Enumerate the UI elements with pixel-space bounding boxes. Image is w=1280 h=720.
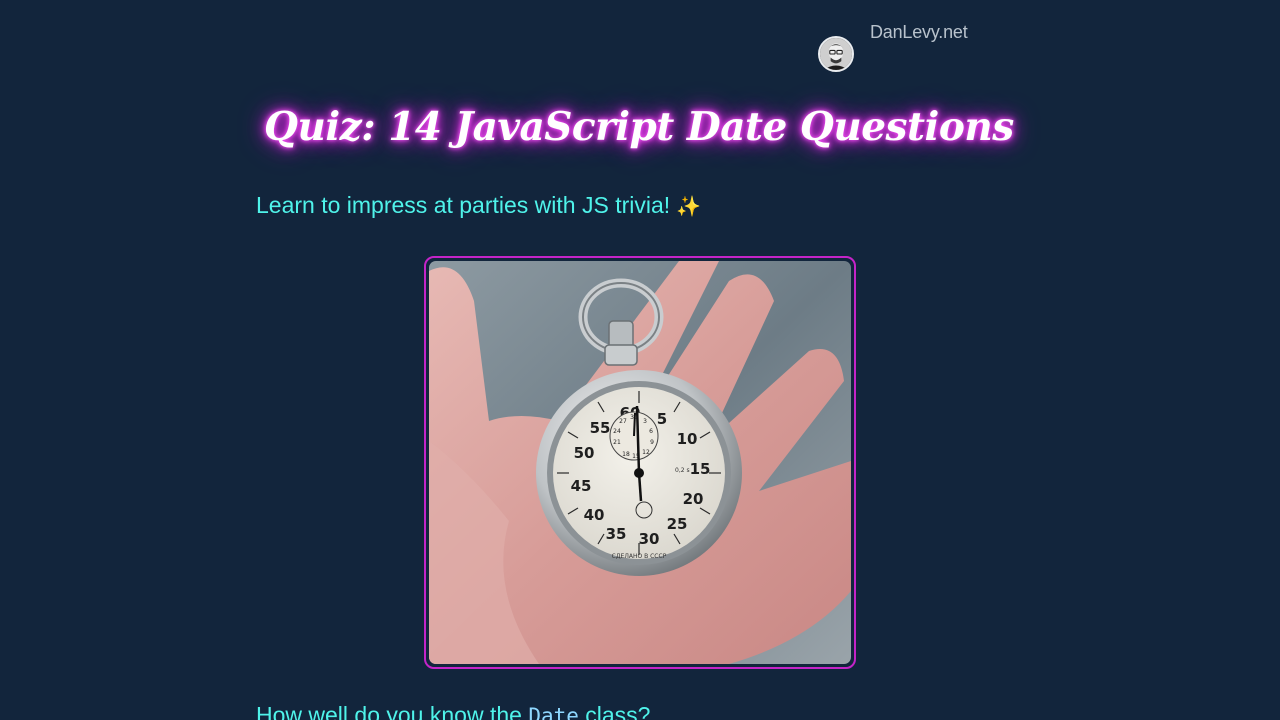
svg-text:55: 55 — [590, 419, 611, 437]
svg-text:18: 18 — [622, 451, 630, 458]
svg-text:5: 5 — [657, 410, 667, 428]
page: DanLevy.net Quiz: 14 JavaScript Date Que… — [0, 0, 1280, 720]
site-name[interactable]: DanLevy.net — [870, 22, 968, 43]
svg-text:6: 6 — [649, 428, 653, 435]
svg-text:0,2 s: 0,2 s — [675, 467, 690, 474]
sparkles-icon: ✨ — [676, 196, 702, 218]
hero-image-frame: 60 5 10 15 20 25 30 35 40 45 50 55 30 — [424, 256, 856, 669]
svg-text:30: 30 — [639, 530, 660, 548]
svg-text:10: 10 — [677, 430, 698, 448]
svg-text:21: 21 — [613, 439, 621, 446]
svg-text:25: 25 — [667, 515, 688, 533]
svg-text:15: 15 — [690, 460, 711, 478]
article-subtitle: Learn to impress at parties with JS triv… — [256, 192, 701, 219]
intro-paragraph: How well do you know the Date class? — [256, 702, 650, 720]
svg-text:20: 20 — [683, 490, 704, 508]
intro-text-before: How well do you know the — [256, 702, 529, 720]
svg-text:СДЕЛАНО В СССР: СДЕЛАНО В СССР — [612, 553, 667, 560]
svg-text:12: 12 — [642, 449, 650, 456]
svg-text:24: 24 — [613, 428, 621, 435]
person-avatar-icon — [820, 38, 852, 70]
svg-text:50: 50 — [574, 444, 595, 462]
svg-text:27: 27 — [619, 418, 627, 425]
svg-text:40: 40 — [584, 506, 605, 524]
avatar[interactable] — [818, 36, 854, 72]
svg-text:35: 35 — [606, 525, 627, 543]
svg-text:3: 3 — [643, 418, 647, 425]
intro-text-after: class? — [578, 702, 651, 720]
svg-text:45: 45 — [571, 477, 592, 495]
subtitle-text: Learn to impress at parties with JS triv… — [256, 192, 671, 218]
page-title: Quiz: 14 JavaScript Date Questions — [264, 104, 1014, 150]
site-brand-link[interactable]: DanLevy.net — [818, 20, 1018, 76]
stopwatch-icon: 60 5 10 15 20 25 30 35 40 45 50 55 30 — [429, 261, 851, 664]
hero-image: 60 5 10 15 20 25 30 35 40 45 50 55 30 — [429, 261, 851, 664]
svg-text:9: 9 — [650, 439, 654, 446]
intro-code-date: Date — [528, 704, 579, 720]
